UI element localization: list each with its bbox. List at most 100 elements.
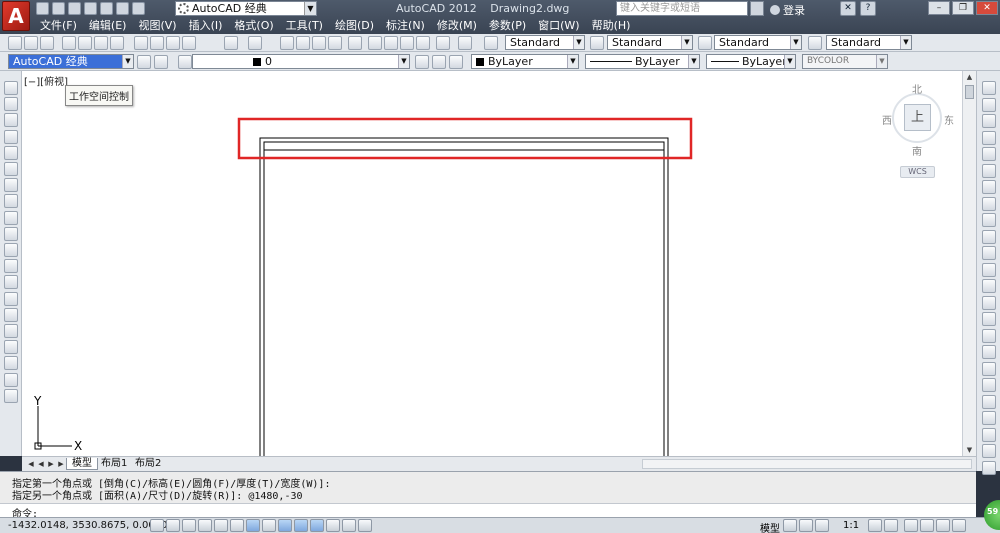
status-toggle-icon[interactable] xyxy=(150,519,164,532)
draw-tool-icon[interactable] xyxy=(4,275,18,289)
tool-button-icon[interactable] xyxy=(590,36,604,50)
tool-button-icon[interactable] xyxy=(384,36,398,50)
drawing-canvas[interactable]: [−][俯视] 工作空间控制 北 南 东 西 上 WCS Y X xyxy=(22,71,962,456)
modify-tool-icon[interactable] xyxy=(982,296,996,310)
menu-item[interactable]: 格式(O) xyxy=(230,18,281,33)
tool-button-icon[interactable] xyxy=(224,36,238,50)
tool-button-icon[interactable] xyxy=(449,55,463,69)
status-toggle-icon[interactable] xyxy=(182,519,196,532)
menu-item[interactable]: 参数(P) xyxy=(485,18,534,33)
status-toggle-icon[interactable] xyxy=(214,519,228,532)
tool-button-icon[interactable] xyxy=(8,36,22,50)
tool-button-icon[interactable] xyxy=(154,55,168,69)
tool-button-icon[interactable] xyxy=(110,36,124,50)
search-input[interactable]: 键入关键字或短语 xyxy=(616,1,748,16)
tab-layout2[interactable]: 布局2 xyxy=(130,458,166,470)
modify-tool-icon[interactable] xyxy=(982,329,996,343)
tool-button-icon[interactable] xyxy=(150,36,164,50)
annotation-scale[interactable]: 1:1 xyxy=(843,520,859,531)
draw-tool-icon[interactable] xyxy=(4,389,18,403)
table-style-select[interactable]: Standard ▼ xyxy=(714,35,802,50)
restore-button[interactable]: ❐ xyxy=(952,1,974,15)
tool-button-icon[interactable] xyxy=(296,36,310,50)
modify-tool-icon[interactable] xyxy=(982,81,996,95)
save-as-icon[interactable] xyxy=(84,2,97,15)
command-input[interactable]: 命令: xyxy=(0,503,976,520)
draw-tool-icon[interactable] xyxy=(4,178,18,192)
status-toggle-icon[interactable] xyxy=(920,519,934,532)
modify-tool-icon[interactable] xyxy=(982,246,996,260)
status-toggle-icon[interactable] xyxy=(936,519,950,532)
tool-button-icon[interactable] xyxy=(484,36,498,50)
tool-button-icon[interactable] xyxy=(348,36,362,50)
modify-tool-icon[interactable] xyxy=(982,230,996,244)
modify-tool-icon[interactable] xyxy=(982,197,996,211)
vertical-scrollbar[interactable]: ▲ ▼ xyxy=(962,71,976,456)
menu-item[interactable]: 工具(T) xyxy=(282,18,331,33)
north-label[interactable]: 北 xyxy=(912,81,922,96)
minimize-button[interactable]: – xyxy=(928,1,950,15)
tool-button-icon[interactable] xyxy=(78,36,92,50)
menu-item[interactable]: 绘图(D) xyxy=(331,18,382,33)
draw-tool-icon[interactable] xyxy=(4,243,18,257)
cursor-coordinates[interactable]: -1432.0148, 3530.8675, 0.0000 xyxy=(8,520,167,531)
status-toggle-icon[interactable] xyxy=(166,519,180,532)
status-toggle-icon[interactable] xyxy=(262,519,276,532)
modify-tool-icon[interactable] xyxy=(982,213,996,227)
draw-tool-icon[interactable] xyxy=(4,324,18,338)
tool-button-icon[interactable] xyxy=(182,36,196,50)
tool-button-icon[interactable] xyxy=(808,36,822,50)
next-tab-icon[interactable]: ▶ xyxy=(46,459,56,469)
scroll-up-icon[interactable]: ▲ xyxy=(963,71,976,83)
modify-tool-icon[interactable] xyxy=(982,378,996,392)
scroll-down-icon[interactable]: ▼ xyxy=(963,444,976,456)
viewport-controls-label[interactable]: [−][俯视] xyxy=(24,73,68,88)
workspace-switcher[interactable]: AutoCAD 经典 ▼ xyxy=(175,1,317,16)
tab-model[interactable]: 模型 xyxy=(66,458,98,470)
text-style-select[interactable]: Standard ▼ xyxy=(505,35,585,50)
menu-item[interactable]: 标注(N) xyxy=(382,18,433,33)
tool-button-icon[interactable] xyxy=(400,36,414,50)
plot-icon[interactable] xyxy=(100,2,113,15)
save-icon[interactable] xyxy=(68,2,81,15)
modify-tool-icon[interactable] xyxy=(982,98,996,112)
modify-tool-icon[interactable] xyxy=(982,345,996,359)
draw-tool-icon[interactable] xyxy=(4,130,18,144)
color-select[interactable]: ByLayer ▼ xyxy=(471,54,579,69)
status-toggle-icon[interactable] xyxy=(358,519,372,532)
tool-button-icon[interactable] xyxy=(24,36,38,50)
status-toggle-icon[interactable] xyxy=(326,519,340,532)
linetype-select[interactable]: ByLayer ▼ xyxy=(585,54,700,69)
tool-button-icon[interactable] xyxy=(40,36,54,50)
modify-tool-icon[interactable] xyxy=(982,164,996,178)
draw-tool-icon[interactable] xyxy=(4,308,18,322)
new-file-icon[interactable] xyxy=(36,2,49,15)
last-tab-icon[interactable]: ▶ xyxy=(56,459,66,469)
prev-tab-icon[interactable]: ◀ xyxy=(36,459,46,469)
menu-item[interactable]: 文件(F) xyxy=(36,18,85,33)
login-button[interactable]: 登录 xyxy=(770,2,805,18)
wcs-menu[interactable]: WCS xyxy=(900,166,935,178)
modify-tool-icon[interactable] xyxy=(982,362,996,376)
draw-tool-icon[interactable] xyxy=(4,97,18,111)
status-toggle-icon[interactable] xyxy=(783,519,797,532)
menu-item[interactable]: 窗口(W) xyxy=(534,18,587,33)
autocad-logo-icon[interactable]: A xyxy=(2,1,30,31)
tool-button-icon[interactable] xyxy=(698,36,712,50)
status-toggle-icon[interactable] xyxy=(815,519,829,532)
tool-button-icon[interactable] xyxy=(134,36,148,50)
modify-tool-icon[interactable] xyxy=(982,114,996,128)
modify-tool-icon[interactable] xyxy=(982,312,996,326)
menu-item[interactable]: 帮助(H) xyxy=(588,18,639,33)
tool-button-icon[interactable] xyxy=(62,36,76,50)
tool-button-icon[interactable] xyxy=(416,36,430,50)
modify-tool-icon[interactable] xyxy=(982,395,996,409)
modify-tool-icon[interactable] xyxy=(982,147,996,161)
modify-tool-icon[interactable] xyxy=(982,180,996,194)
status-toggle-icon[interactable] xyxy=(246,519,260,532)
menu-item[interactable]: 视图(V) xyxy=(134,18,184,33)
status-toggle-icon[interactable] xyxy=(952,519,966,532)
draw-tool-icon[interactable] xyxy=(4,259,18,273)
tool-button-icon[interactable] xyxy=(94,36,108,50)
east-label[interactable]: 东 xyxy=(944,112,954,127)
